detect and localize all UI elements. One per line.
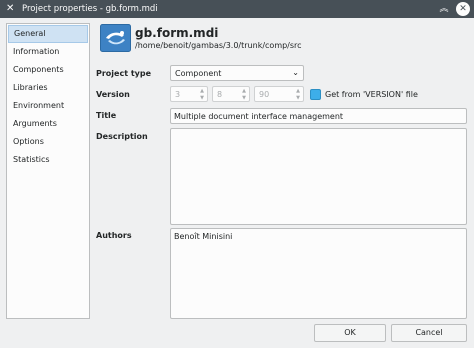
sidebar-item-arguments[interactable]: Arguments xyxy=(8,115,88,133)
project-path: /home/benoit/gambas/3.0/trunk/comp/src xyxy=(135,41,302,50)
authors-value: Benoît Minisini xyxy=(174,232,233,241)
keep-above-icon[interactable]: ︽ xyxy=(437,2,451,16)
title-value: Multiple document interface management xyxy=(174,112,344,121)
sidebar-item-options[interactable]: Options xyxy=(8,133,88,151)
sidebar-item-components[interactable]: Components xyxy=(8,61,88,79)
sidebar-item-information[interactable]: Information xyxy=(8,43,88,61)
sidebar-item-general[interactable]: General xyxy=(8,25,88,43)
title-input[interactable]: Multiple document interface management xyxy=(170,108,467,124)
version-minor-value: 8 xyxy=(217,90,223,99)
description-label: Description xyxy=(96,132,148,141)
project-icon xyxy=(100,24,131,52)
description-textarea[interactable] xyxy=(170,128,467,225)
version-major-spinbox: 3 ▲ ▼ xyxy=(170,86,208,102)
version-release-spinbox: 90 ▲ ▼ xyxy=(254,86,304,102)
sections-list: General Information Components Libraries… xyxy=(6,23,90,319)
title-bar: ✕ Project properties - gb.form.mdi ︽ ✕ xyxy=(0,0,474,18)
chevron-down-icon: ⌄ xyxy=(292,68,299,77)
window-menu-icon[interactable]: ✕ xyxy=(6,2,14,16)
ok-button[interactable]: OK xyxy=(314,324,386,342)
spin-up-icon: ▲ xyxy=(242,88,246,94)
authors-textarea[interactable]: Benoît Minisini xyxy=(170,228,467,319)
version-minor-spinbox: 8 ▲ ▼ xyxy=(212,86,250,102)
version-from-file-checkbox[interactable] xyxy=(310,89,321,100)
project-type-select[interactable]: Component ⌄ xyxy=(170,65,304,81)
project-type-label: Project type xyxy=(96,69,152,78)
version-from-file-label[interactable]: Get from 'VERSION' file xyxy=(325,89,418,100)
sidebar-item-libraries[interactable]: Libraries xyxy=(8,79,88,97)
authors-label: Authors xyxy=(96,231,132,240)
version-release-value: 90 xyxy=(259,90,270,99)
cancel-button[interactable]: Cancel xyxy=(391,324,467,342)
project-type-value: Component xyxy=(175,69,222,78)
spin-up-icon: ▲ xyxy=(200,88,204,94)
sidebar-item-statistics[interactable]: Statistics xyxy=(8,151,88,169)
project-name: gb.form.mdi xyxy=(135,26,219,40)
project-properties-window: ✕ Project properties - gb.form.mdi ︽ ✕ G… xyxy=(0,0,474,348)
version-major-value: 3 xyxy=(175,90,181,99)
spin-down-icon: ▼ xyxy=(296,95,300,101)
sidebar-item-environment[interactable]: Environment xyxy=(8,97,88,115)
title-label: Title xyxy=(96,111,117,120)
window-title: Project properties - gb.form.mdi xyxy=(22,4,158,14)
spin-down-icon: ▼ xyxy=(242,95,246,101)
spin-down-icon: ▼ xyxy=(200,95,204,101)
spin-up-icon: ▲ xyxy=(296,88,300,94)
close-window-button[interactable]: ✕ xyxy=(456,2,470,16)
version-label: Version xyxy=(96,90,130,99)
